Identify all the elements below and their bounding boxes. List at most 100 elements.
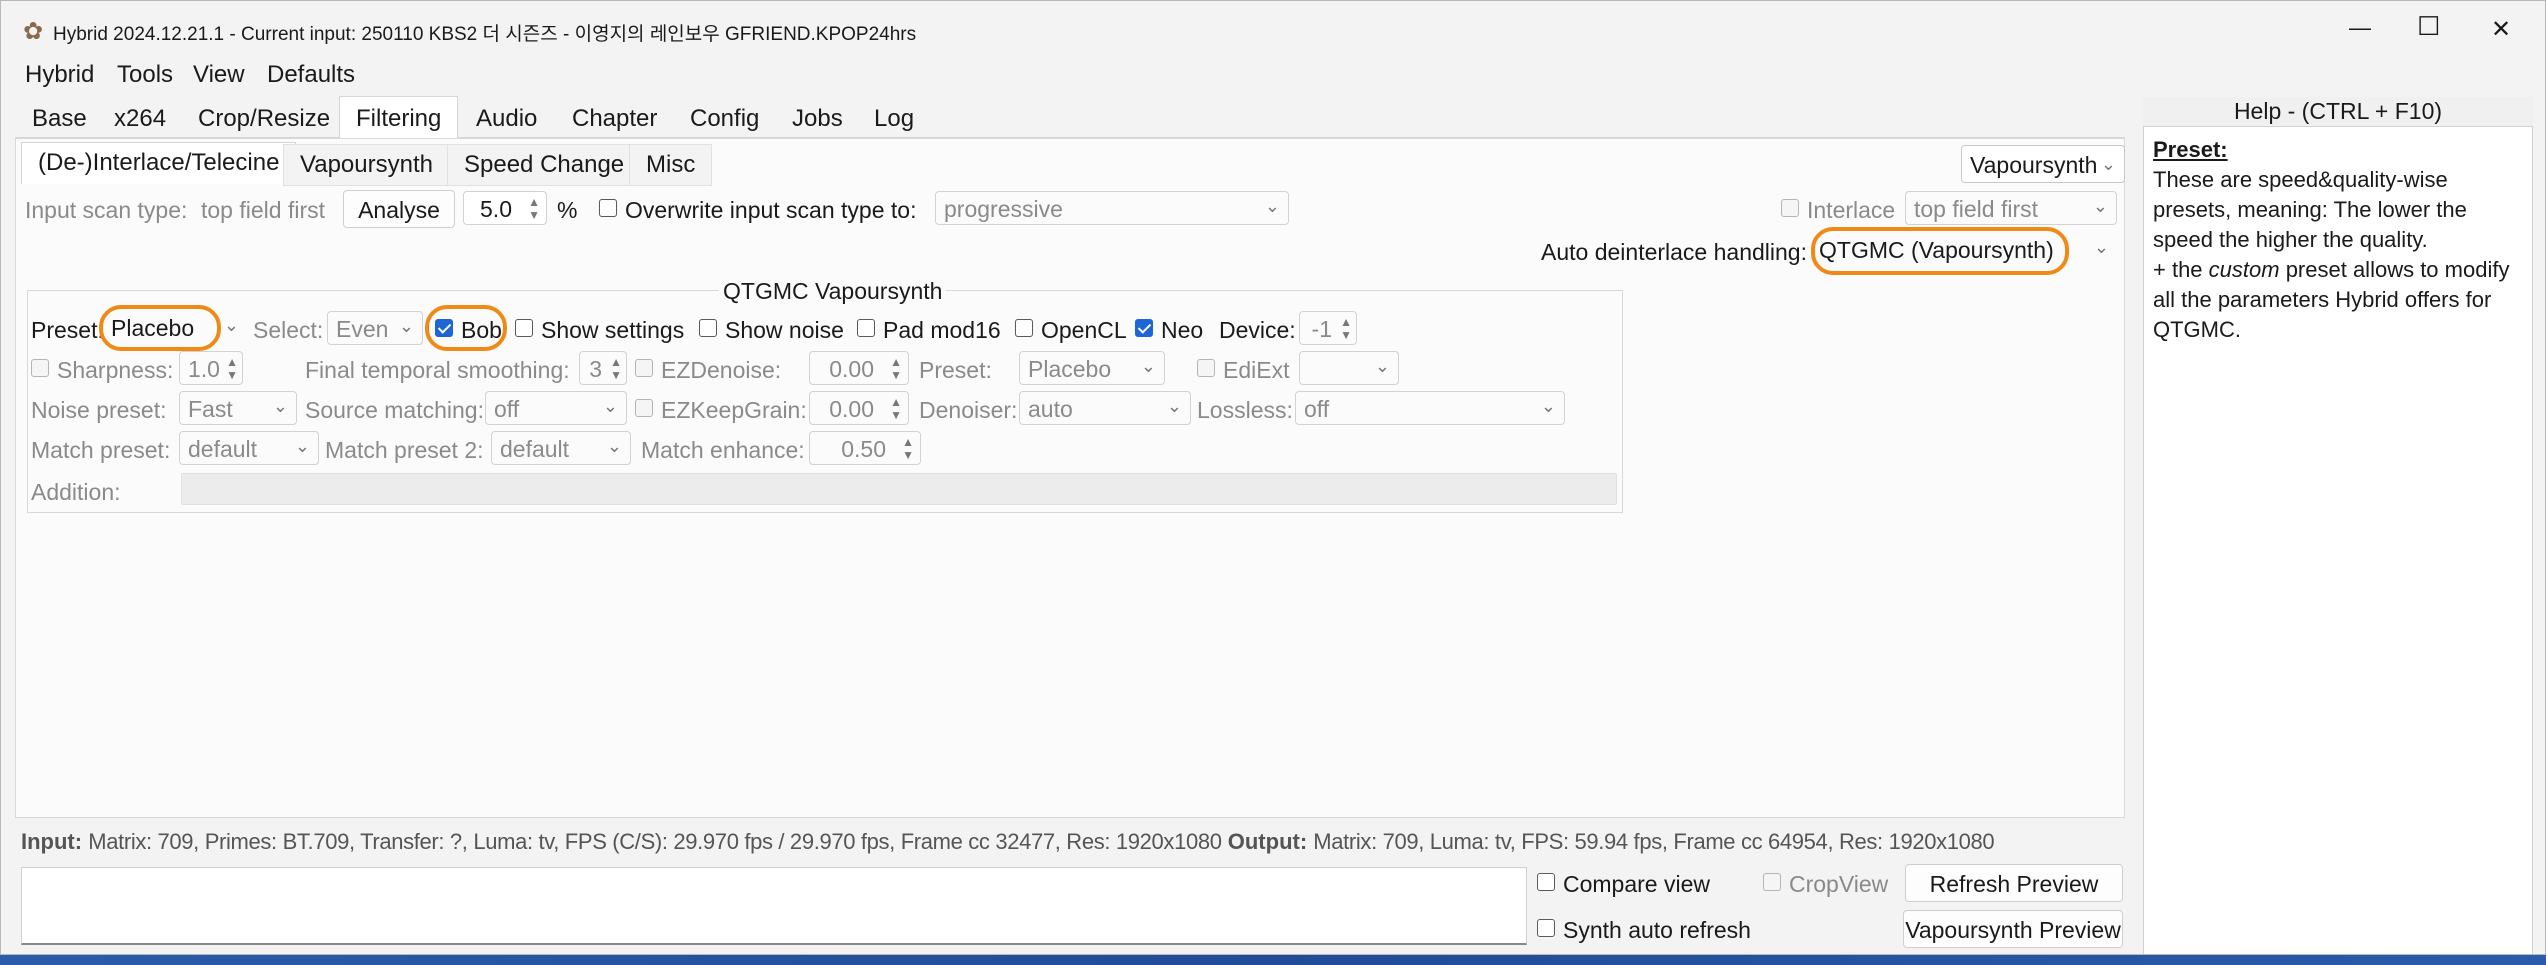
title-bar: ✿ Hybrid 2024.12.21.1 - Current input: 2… [1, 1, 2545, 61]
preset2-label: Preset: [919, 357, 992, 383]
sharpness-stepper[interactable]: 1.0 ▲ ▼ [179, 351, 243, 385]
preview-log-area[interactable] [21, 867, 1527, 945]
help-content: Preset: These are speed&quality-wise pre… [2153, 135, 2523, 345]
select-value: Even [336, 316, 389, 342]
refresh-preview-button[interactable]: Refresh Preview [1905, 864, 2123, 902]
addition-input[interactable] [181, 473, 1617, 505]
stepper-up-icon[interactable]: ▲ [890, 396, 902, 408]
output-status-text: Matrix: 709, Luma: tv, FPS: 59.94 fps, F… [1313, 829, 1995, 854]
chevron-down-icon: ⌄ [223, 315, 239, 335]
tab-jobs[interactable]: Jobs [775, 96, 860, 138]
subtab-misc[interactable]: Misc [629, 144, 713, 186]
vapoursynth-preview-button[interactable]: Vapoursynth Preview [1903, 910, 2123, 948]
show-settings-checkbox[interactable] [515, 319, 533, 337]
menu-hybrid[interactable]: Hybrid [25, 61, 94, 89]
device-stepper[interactable]: -1 ▲ ▼ [1299, 311, 1357, 345]
pad-mod16-label: Pad mod16 [883, 317, 1001, 343]
cropview-checkbox[interactable] [1763, 873, 1781, 891]
match-preset-select[interactable]: default ⌄ [179, 431, 319, 465]
maximize-button[interactable]: ☐ [2417, 11, 2440, 42]
highlight-bob [425, 305, 507, 351]
sharpness-checkbox[interactable] [31, 359, 49, 377]
pad-mod16-checkbox[interactable] [857, 319, 875, 337]
close-button[interactable]: ✕ [2491, 15, 2511, 44]
tab-x264[interactable]: x264 [97, 96, 183, 138]
subtab-deinterlace[interactable]: (De-)Interlace/Telecine [21, 142, 297, 184]
chevron-down-icon: ⌄ [2100, 154, 2116, 174]
ezdenoise-value: 0.00 [829, 356, 874, 382]
subtab-speed-change[interactable]: Speed Change [447, 144, 642, 186]
match-preset2-select[interactable]: default ⌄ [491, 431, 631, 465]
overwrite-scan-checkbox[interactable] [599, 199, 617, 217]
menu-view[interactable]: View [193, 61, 245, 89]
opencl-checkbox[interactable] [1015, 319, 1033, 337]
lossless-select[interactable]: off ⌄ [1295, 391, 1565, 425]
engine-select-value: Vapoursynth [1970, 152, 2098, 178]
synth-auto-refresh-checkbox[interactable] [1537, 919, 1555, 937]
menu-tools[interactable]: Tools [117, 61, 173, 89]
ezdenoise-stepper[interactable]: 0.00 ▲ ▼ [809, 351, 909, 385]
compare-view-checkbox[interactable] [1537, 873, 1555, 891]
help-text2-em: custom [2208, 257, 2280, 282]
subtab-vapoursynth[interactable]: Vapoursynth [283, 144, 450, 186]
interlace-select[interactable]: top field first ⌄ [1905, 191, 2117, 225]
stepper-up-icon[interactable]: ▲ [902, 436, 914, 448]
stepper-down-icon[interactable]: ▼ [890, 409, 902, 421]
ediext-checkbox[interactable] [1197, 359, 1215, 377]
ediext-label: EdiExt [1223, 357, 1290, 383]
analyse-percent-value: 5.0 [480, 196, 512, 222]
stepper-down-icon[interactable]: ▼ [890, 369, 902, 381]
preset2-select[interactable]: Placebo ⌄ [1019, 351, 1165, 385]
neo-checkbox[interactable] [1135, 319, 1153, 337]
sharpness-value: 1.0 [188, 356, 220, 382]
stepper-up-icon[interactable]: ▲ [226, 356, 238, 368]
preset2-value: Placebo [1028, 356, 1112, 382]
stepper-up-icon[interactable]: ▲ [528, 196, 540, 208]
analyse-percent-stepper[interactable]: 5.0 ▲ ▼ [463, 191, 547, 225]
tab-chapter[interactable]: Chapter [555, 96, 674, 138]
match-preset2-label: Match preset 2: [325, 437, 484, 463]
ezkeepgrain-label: EZKeepGrain: [661, 397, 807, 423]
tab-crop-resize[interactable]: Crop/Resize [181, 96, 347, 138]
ezkeepgrain-stepper[interactable]: 0.00 ▲ ▼ [809, 391, 909, 425]
tab-log[interactable]: Log [857, 96, 931, 138]
ezkeepgrain-checkbox[interactable] [635, 399, 653, 417]
ezkeepgrain-value: 0.00 [829, 396, 874, 422]
stepper-up-icon[interactable]: ▲ [1340, 316, 1352, 328]
tab-filtering[interactable]: Filtering [339, 96, 459, 139]
overwrite-scan-select[interactable]: progressive ⌄ [935, 191, 1289, 225]
tab-audio[interactable]: Audio [459, 96, 554, 138]
minimize-button[interactable]: — [2349, 15, 2371, 41]
engine-select[interactable]: Vapoursynth ⌄ [1961, 145, 2125, 183]
source-matching-select[interactable]: off ⌄ [485, 391, 627, 425]
stepper-down-icon[interactable]: ▼ [226, 369, 238, 381]
match-enhance-stepper[interactable]: 0.50 ▲ ▼ [809, 431, 921, 465]
stepper-down-icon[interactable]: ▼ [1340, 329, 1352, 341]
tab-base[interactable]: Base [15, 96, 104, 138]
ediext-select[interactable]: ⌄ [1299, 351, 1399, 385]
denoiser-select[interactable]: auto ⌄ [1019, 391, 1191, 425]
stepper-up-icon[interactable]: ▲ [610, 356, 622, 368]
stepper-down-icon[interactable]: ▼ [610, 369, 622, 381]
noise-preset-label: Noise preset: [31, 397, 167, 423]
interlace-value: top field first [1914, 196, 2038, 222]
ezdenoise-checkbox[interactable] [635, 359, 653, 377]
chevron-down-icon: ⌄ [2092, 196, 2108, 216]
tab-config[interactable]: Config [673, 96, 776, 138]
menu-defaults[interactable]: Defaults [267, 61, 355, 89]
source-matching-label: Source matching: [305, 397, 484, 423]
stepper-up-icon[interactable]: ▲ [890, 356, 902, 368]
auto-deinterlace-label: Auto deinterlace handling: [1541, 239, 1807, 265]
final-temporal-stepper[interactable]: 3 ▲ ▼ [579, 351, 627, 385]
stepper-down-icon[interactable]: ▼ [902, 449, 914, 461]
show-noise-checkbox[interactable] [699, 319, 717, 337]
interlace-checkbox[interactable] [1781, 199, 1799, 217]
select-select[interactable]: Even ⌄ [327, 311, 423, 345]
output-status-label: Output: [1227, 829, 1308, 854]
help-title: Preset: [2153, 137, 2228, 162]
chevron-down-icon: ⌄ [1374, 356, 1390, 376]
noise-preset-select[interactable]: Fast ⌄ [179, 391, 297, 425]
analyse-button[interactable]: Analyse [343, 190, 455, 228]
stepper-down-icon[interactable]: ▼ [528, 209, 540, 221]
qtgmc-group-title: QTGMC Vapoursynth [719, 278, 947, 305]
